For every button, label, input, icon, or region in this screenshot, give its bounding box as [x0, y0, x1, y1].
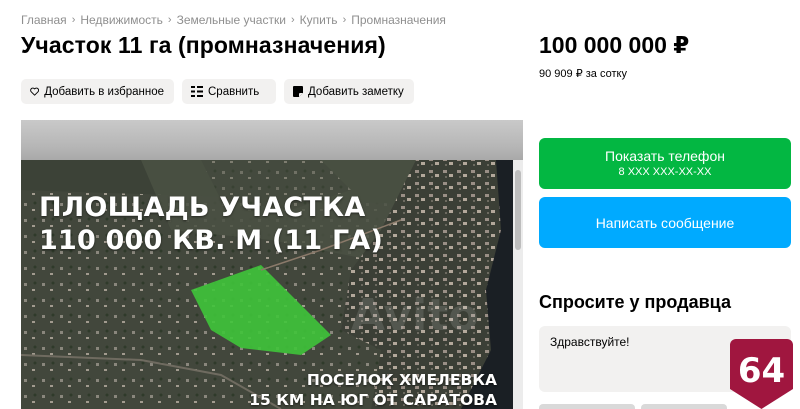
- avito-watermark: Avito: [351, 290, 479, 341]
- breadcrumb-item-land[interactable]: Земельные участки: [177, 13, 286, 27]
- region-badge-text: 64: [738, 351, 785, 391]
- breadcrumb-item-industrial[interactable]: Промназначения: [351, 13, 446, 27]
- photo-gallery[interactable]: Avito ПЛОЩАДЬ УЧАСТКА 110 000 КВ. М (11 …: [21, 120, 523, 409]
- compare-icon: [191, 86, 203, 97]
- ask-seller-title: Спросите у продавца: [539, 292, 731, 312]
- gallery-scrollbar[interactable]: [513, 160, 523, 409]
- show-phone-button[interactable]: Показать телефон 8 XXX XXX-XX-XX: [539, 138, 791, 189]
- compare-label: Сравнить: [208, 85, 260, 98]
- breadcrumb-item-realty[interactable]: Недвижимость: [80, 13, 163, 27]
- note-icon: [293, 86, 303, 97]
- ask-seller-message-text: Здравствуйте!: [550, 335, 630, 349]
- heart-icon: [30, 87, 40, 96]
- add-to-favorites-label: Добавить в избранное: [44, 85, 164, 98]
- chevron-right-icon: ›: [71, 14, 76, 26]
- page-title: Участок 11 га (промназначения): [21, 32, 386, 58]
- add-to-favorites-button[interactable]: Добавить в избранное: [21, 79, 174, 104]
- listing-price: 100 000 000 ₽: [539, 32, 690, 58]
- photo-caption-area: ПЛОЩАДЬ УЧАСТКА 110 000 КВ. М (11 ГА): [39, 191, 383, 257]
- compare-button[interactable]: Сравнить: [182, 79, 276, 104]
- photo-caption-location-line1: ПОСЕЛОК ХМЕЛЕВКА: [306, 371, 497, 389]
- phone-mask: 8 XXX XXX-XX-XX: [618, 166, 712, 178]
- photo-blur-strip: [21, 120, 523, 160]
- photo-caption-area-line2: 110 000 КВ. М (11 ГА): [39, 225, 384, 256]
- quick-question-chip[interactable]: [641, 404, 727, 409]
- show-phone-label: Показать телефон: [605, 148, 725, 164]
- chevron-right-icon: ›: [167, 14, 172, 26]
- write-message-label: Написать сообщение: [595, 214, 735, 231]
- quick-question-chip[interactable]: [539, 404, 635, 409]
- breadcrumb: Главная › Недвижимость › Земельные участ…: [21, 13, 446, 27]
- write-message-button[interactable]: Написать сообщение: [539, 197, 791, 248]
- region-64-badge: 64: [730, 339, 793, 409]
- listing-actions: Добавить в избранное Сравнить Добавить з…: [21, 79, 414, 104]
- breadcrumb-item-buy[interactable]: Купить: [300, 13, 338, 27]
- add-note-label: Добавить заметку: [308, 85, 404, 98]
- gallery-scrollbar-thumb[interactable]: [515, 170, 521, 250]
- chevron-right-icon: ›: [290, 14, 295, 26]
- chevron-right-icon: ›: [342, 14, 347, 26]
- aerial-map-photo: Avito: [21, 160, 523, 409]
- photo-caption-area-line1: ПЛОЩАДЬ УЧАСТКА: [39, 192, 366, 223]
- price-per-unit: 90 909 ₽ за сотку: [539, 68, 627, 80]
- add-note-button[interactable]: Добавить заметку: [284, 79, 414, 104]
- photo-caption-location-line2: 15 КМ НА ЮГ ОТ САРАТОВА: [249, 391, 497, 409]
- photo-caption-location: ПОСЕЛОК ХМЕЛЕВКА 15 КМ НА ЮГ ОТ САРАТОВА: [249, 370, 497, 409]
- breadcrumb-item-home[interactable]: Главная: [21, 13, 67, 27]
